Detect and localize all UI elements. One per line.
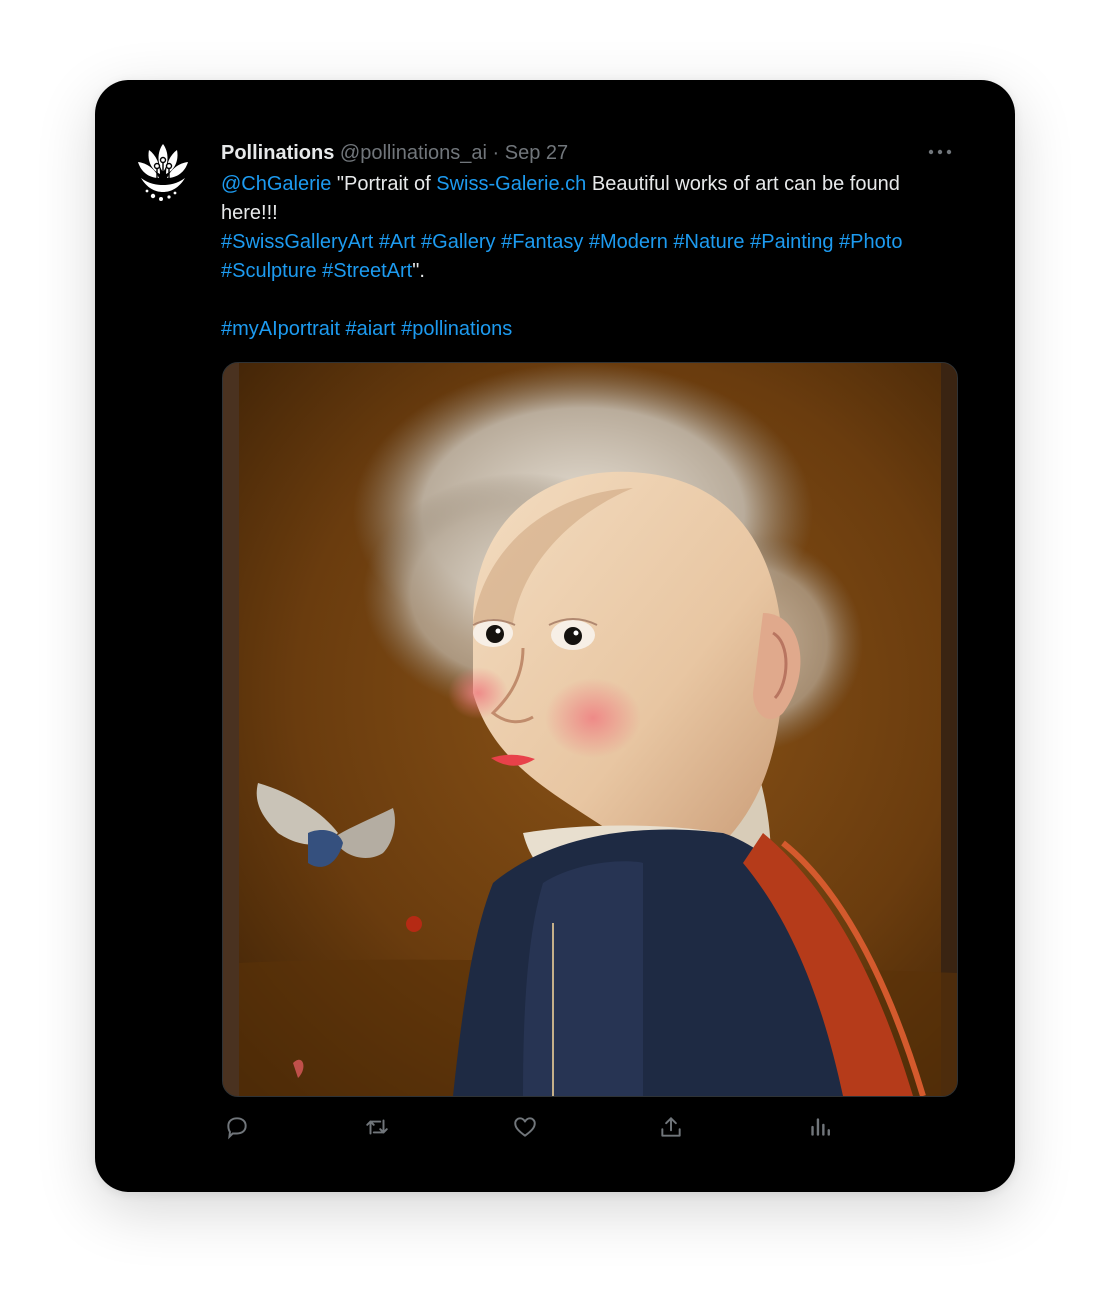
hashtags-line[interactable]: #SwissGalleryArt #Art #Gallery #Fantasy …: [221, 231, 908, 282]
avatar[interactable]: [135, 138, 191, 204]
tweet-media[interactable]: [222, 362, 958, 1097]
retweet-button[interactable]: [362, 1112, 392, 1142]
heart-icon: [514, 1117, 536, 1137]
tweet-header: Pollinations @pollinations_ai · Sep 27: [221, 140, 568, 166]
site-link[interactable]: Swiss-Galerie.ch: [436, 173, 586, 195]
quote-open: "Portrait of: [331, 173, 437, 195]
share-button[interactable]: [656, 1112, 686, 1142]
more-button[interactable]: [927, 142, 953, 162]
retweet-icon: [366, 1119, 388, 1135]
quote-close: ".: [412, 260, 425, 282]
tweet-date[interactable]: Sep 27: [505, 142, 568, 164]
meta-separator: ·: [492, 142, 500, 164]
analytics-button[interactable]: [805, 1112, 835, 1142]
mention-link[interactable]: @ChGalerie: [221, 173, 331, 195]
portrait-image: [223, 363, 957, 1096]
author-handle[interactable]: @pollinations_ai: [340, 142, 487, 164]
more-dots-icon: [928, 149, 952, 155]
tweet-actions: [222, 1112, 842, 1142]
reply-icon: [227, 1117, 247, 1140]
reply-button[interactable]: [222, 1112, 252, 1142]
tweet-text: @ChGalerie "Portrait of Swiss-Galerie.ch…: [221, 170, 951, 344]
tweet-card: Pollinations @pollinations_ai · Sep 27 @…: [95, 80, 1015, 1192]
author-name[interactable]: Pollinations: [221, 142, 334, 164]
like-button[interactable]: [510, 1112, 540, 1142]
share-icon: [661, 1117, 681, 1137]
tags-line[interactable]: #myAIportrait #aiart #pollinations: [221, 318, 512, 340]
analytics-icon: [811, 1118, 830, 1136]
pollinations-logo-icon: [138, 144, 188, 201]
